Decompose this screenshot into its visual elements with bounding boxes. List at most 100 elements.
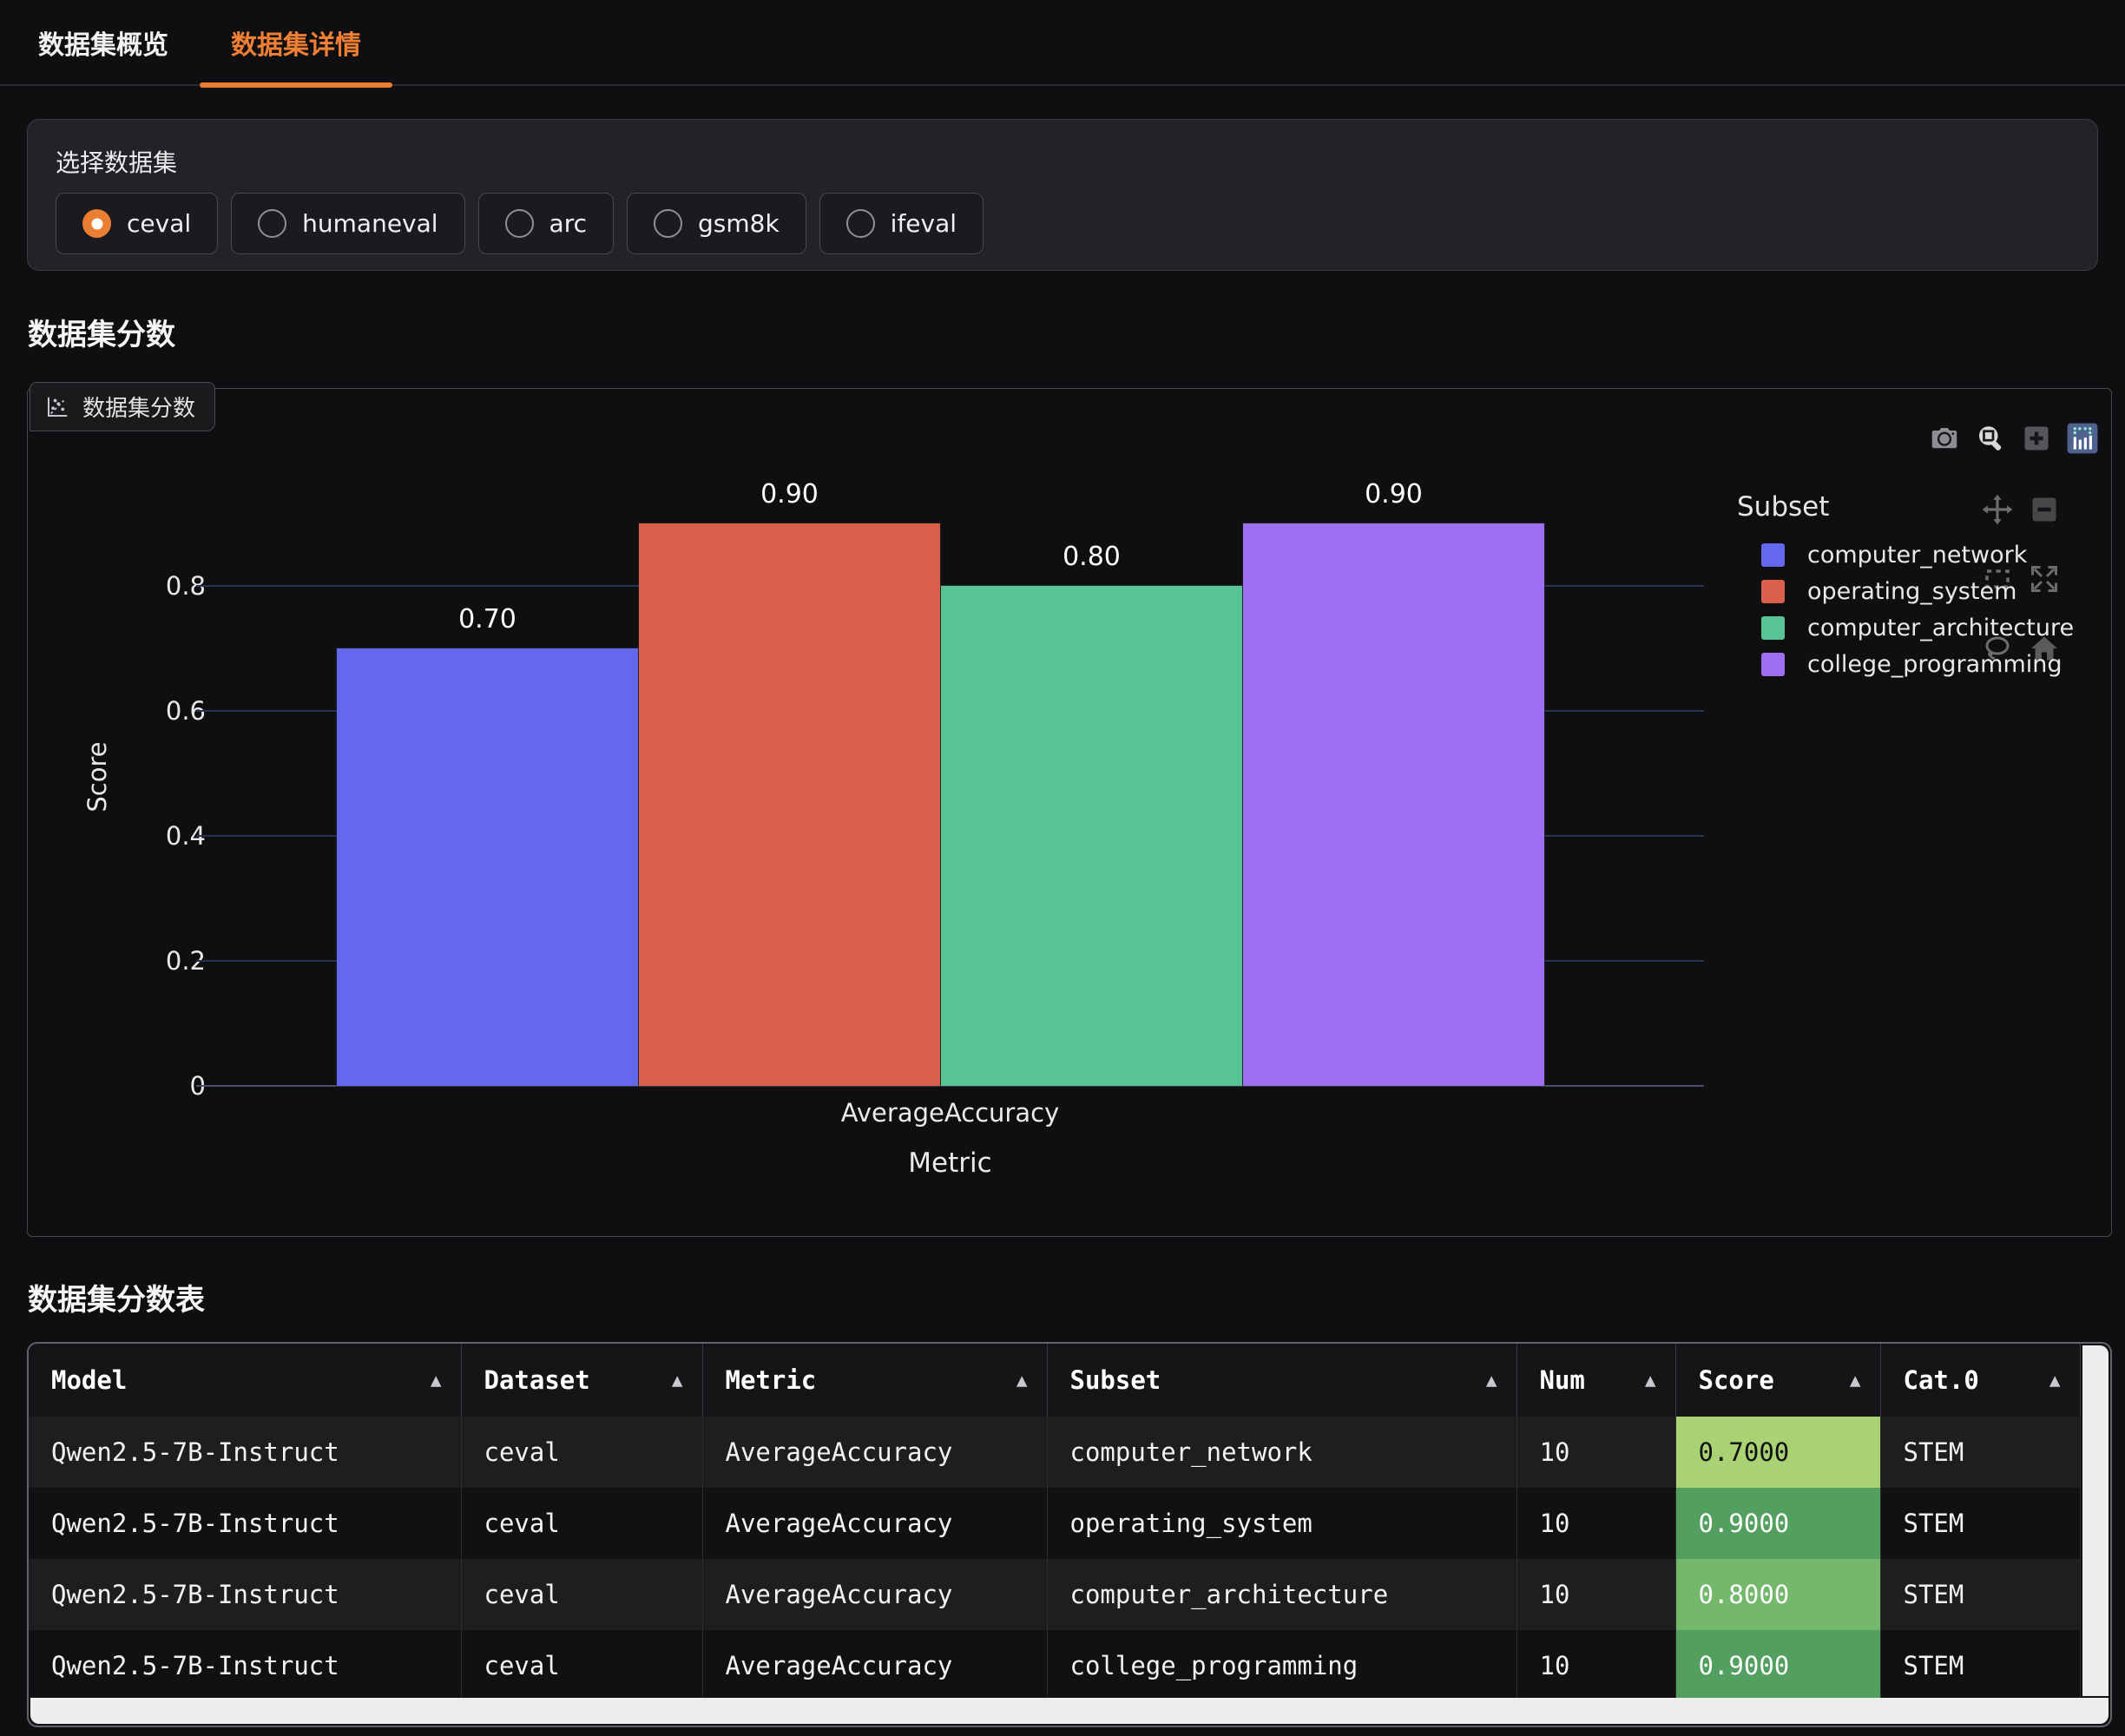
bar-computer_network [337,648,638,1086]
radio-option-humaneval[interactable]: humaneval [231,193,464,254]
cell-num: 10 [1516,1630,1675,1701]
table-row: Qwen2.5-7B-InstructcevalAverageAccuracyc… [29,1417,2080,1488]
cell-model: Qwen2.5-7B-Instruct [29,1630,461,1701]
cell-score: 0.7000 [1675,1417,1880,1488]
legend-item-label: college_programming [1807,651,2062,678]
dataset-radio-group: ceval humanevalarcgsm8k ifeval [56,193,984,254]
cell-cat0: STEM [1880,1630,2080,1701]
cell-score: 0.8000 [1675,1559,1880,1630]
column-header-label: Cat.0 [1904,1365,1979,1395]
radio-option-ifeval[interactable]: ifeval [819,193,984,254]
legend-item-label: operating_system [1807,578,2016,605]
column-header-model[interactable]: Model▲ [29,1344,461,1417]
bar-computer_architecture [941,586,1242,1086]
cell-dataset: ceval [461,1630,702,1701]
sort-arrow-icon[interactable]: ▲ [672,1370,683,1391]
sort-arrow-icon[interactable]: ▲ [1016,1370,1028,1391]
zoom-box-icon[interactable] [1974,422,2007,455]
column-header-label: Subset [1070,1365,1161,1395]
plot-tab-label: 数据集分数 [30,382,215,431]
table-horizontal-scrollbar[interactable] [30,1698,2109,1724]
tab-dataset-overview[interactable]: 数据集概览 [7,0,200,84]
legend-item-computer_network[interactable]: computer_network [1737,536,2125,573]
bar-operating_system [639,523,940,1086]
sort-arrow-icon[interactable]: ▲ [2049,1370,2061,1391]
cell-subset: computer_network [1047,1417,1516,1488]
dataset-selector-panel: 选择数据集 ceval humanevalarcgsm8k ifeval [27,119,2098,271]
scatter-plot-icon [44,394,70,420]
radio-circle-icon [82,209,111,238]
legend-item-college_programming[interactable]: college_programming [1737,646,2125,682]
radio-circle-icon [505,209,534,238]
cell-dataset: ceval [461,1488,702,1559]
column-header-metric[interactable]: Metric ▲ [702,1344,1047,1417]
bar-value-label: 0.90 [639,479,940,510]
cell-subset: computer_architecture [1047,1559,1516,1630]
table-section-heading: 数据集分数表 [28,1276,205,1318]
zoom-in-icon[interactable] [2020,422,2053,455]
legend-item-operating_system[interactable]: operating_system [1737,573,2125,609]
x-tick-label: AverageAccuracy [196,1098,1704,1128]
scores-table: Model▲Dataset▲Metric▲Subset▲Num▲Score▲Ca… [27,1342,2112,1727]
cell-model: Qwen2.5-7B-Instruct [29,1488,461,1559]
radio-option-arc[interactable]: arc [478,193,614,254]
column-header-cat0[interactable]: Cat.0 ▲ [1880,1344,2080,1417]
plot-modebar [1928,422,2099,455]
cell-metric: AverageAccuracy [702,1488,1047,1559]
camera-icon[interactable] [1928,422,1961,455]
y-tick-label: 0 [123,1070,206,1101]
column-header-score[interactable]: Score▲ [1675,1344,1880,1417]
cell-model: Qwen2.5-7B-Instruct [29,1559,461,1630]
chart-settings-icon[interactable] [2066,422,2099,455]
column-header-label: Num [1540,1365,1585,1395]
table-row: Qwen2.5-7B-InstructcevalAverageAccuracyc… [29,1559,2080,1630]
cell-num: 10 [1516,1417,1675,1488]
radio-option-ceval[interactable]: ceval [56,193,218,254]
y-tick-label: 0.8 [123,570,206,602]
sort-arrow-icon[interactable]: ▲ [431,1370,442,1391]
y-tick-label: 0.4 [123,820,206,852]
legend-swatch [1761,616,1785,640]
plot-area: 0.700.900.800.90 [196,461,1704,1086]
table-vertical-scrollbar[interactable] [2082,1345,2109,1696]
cell-dataset: ceval [461,1559,702,1630]
table-row: Qwen2.5-7B-InstructcevalAverageAccuracyc… [29,1630,2080,1701]
column-header-dataset[interactable]: Dataset ▲ [461,1344,702,1417]
sort-arrow-icon[interactable]: ▲ [1850,1370,1861,1391]
table-row: Qwen2.5-7B-InstructcevalAverageAccuracyo… [29,1488,2080,1559]
legend-item-label: computer_architecture [1807,615,2074,641]
legend-item-computer_architecture[interactable]: computer_architecture [1737,609,2125,646]
radio-option-label: ceval [127,209,191,238]
cell-score: 0.9000 [1675,1630,1880,1701]
legend-title: Subset [1737,491,2125,523]
sort-arrow-icon[interactable]: ▲ [1645,1370,1656,1391]
cell-cat0: STEM [1880,1417,2080,1488]
cell-metric: AverageAccuracy [702,1559,1047,1630]
legend-swatch [1761,653,1785,676]
cell-metric: AverageAccuracy [702,1417,1047,1488]
cell-cat0: STEM [1880,1559,2080,1630]
radio-option-gsm8k[interactable]: gsm8k [627,193,806,254]
x-axis-title: Metric [196,1147,1704,1179]
cell-dataset: ceval [461,1417,702,1488]
radio-option-label: ifeval [891,209,957,238]
dataset-selector-label: 选择数据集 [56,144,2069,179]
cell-model: Qwen2.5-7B-Instruct [29,1417,461,1488]
legend-item-label: computer_network [1807,542,2027,569]
column-header-subset[interactable]: Subset ▲ [1047,1344,1516,1417]
column-header-num[interactable]: Num ▲ [1516,1344,1675,1417]
score-section-heading: 数据集分数 [28,311,175,353]
radio-circle-icon [258,209,286,238]
bar-value-label: 0.90 [1243,479,1544,510]
plot-tab-text: 数据集分数 [82,391,195,423]
y-tick-label: 0.2 [123,945,206,976]
plot-legend: Subset computer_network operating_systemc… [1737,491,2125,682]
legend-swatch [1761,543,1785,567]
sort-arrow-icon[interactable]: ▲ [1486,1370,1497,1391]
column-header-label: Metric [726,1365,817,1395]
column-header-label: Dataset [484,1365,590,1395]
radio-circle-icon [846,209,875,238]
cell-num: 10 [1516,1488,1675,1559]
tab-dataset-details[interactable]: 数据集详情 [200,0,392,84]
radio-dot [91,218,102,229]
